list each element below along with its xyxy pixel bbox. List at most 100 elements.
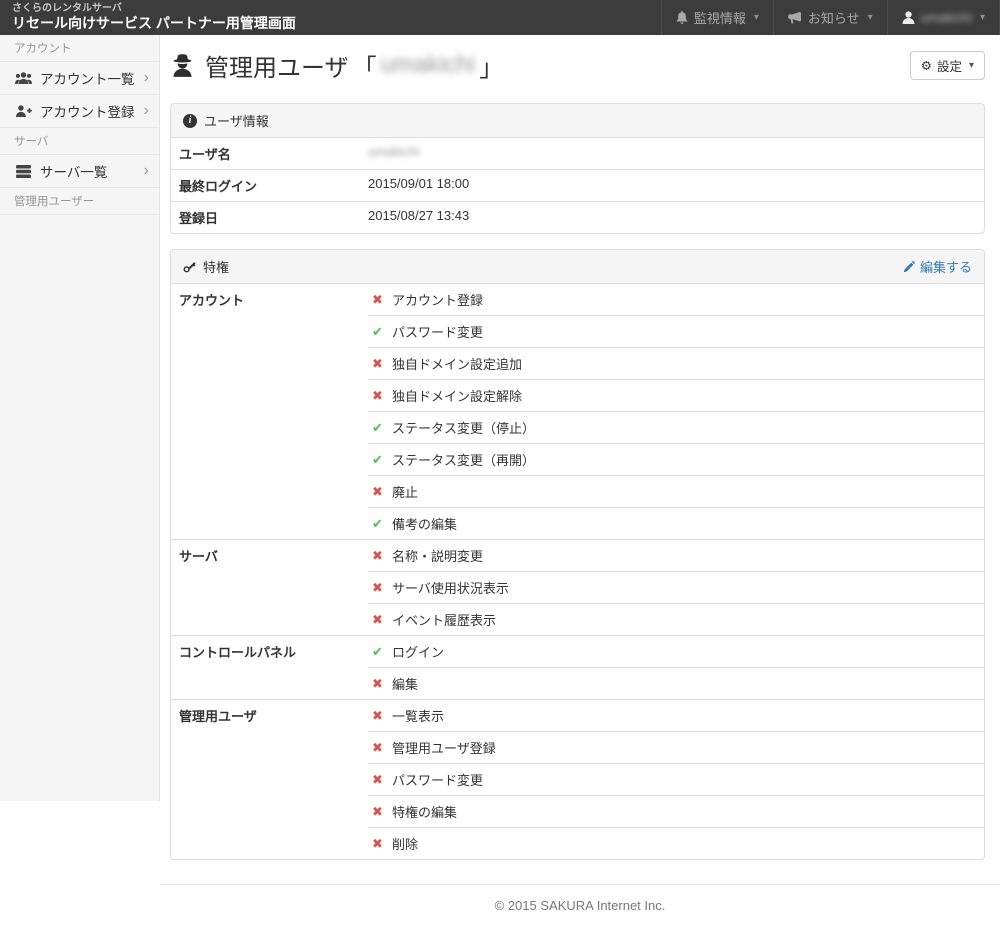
privilege-group: 管理用ユーザ✖一覧表示✖管理用ユーザ登録✖パスワード変更✖特権の編集✖削除 (171, 699, 984, 859)
page-title-bracket-open: 「 (353, 48, 377, 83)
navbar-menu-label: umakichi (921, 10, 972, 25)
privilege-list: ✖一覧表示✖管理用ユーザ登録✖パスワード変更✖特権の編集✖削除 (368, 700, 984, 859)
info-circle-icon: i (183, 114, 197, 128)
cross-icon: ✖ (370, 580, 385, 596)
check-icon: ✔ (370, 324, 385, 340)
navbar-menu-notices[interactable]: お知らせ ▾ (773, 0, 887, 35)
sidebar-item-label: サーバ一覧 (40, 161, 107, 181)
privilege-row: ✖ アカウント登録 (368, 284, 984, 315)
navbar-menu-monitoring[interactable]: 監視情報 ▾ (661, 0, 773, 35)
sidebar: アカウントアカウント一覧›アカウント登録›サーバサーバ一覧›管理用ユーザー (0, 35, 160, 801)
brand-service-name: さくらのレンタルサーバ (12, 3, 296, 15)
page-title-text: 管理用ユーザ (205, 48, 349, 83)
chevron-right-icon: › (144, 103, 149, 119)
privileges-panel: 特権 編集する アカウント✖アカウント登録✔パスワード変更✖独自ドメイン設定追加… (170, 249, 985, 860)
app-root: さくらのレンタルサーバ リセール向けサービス パートナー用管理画面 監視情報▾お… (0, 0, 1000, 933)
user-info-row-label: 登録日 (171, 202, 368, 233)
sidebar-item-account-register[interactable]: アカウント登録› (0, 95, 159, 128)
chevron-right-icon: › (144, 163, 149, 179)
sidebar-section-header: 管理用ユーザー (0, 188, 159, 215)
privilege-category: コントロールパネル (171, 636, 368, 699)
sidebar-item-label: アカウント一覧 (40, 68, 135, 88)
user-info-table: ユーザ名umakichi最終ログイン2015/09/01 18:00登録日201… (171, 138, 984, 233)
sidebar-section-header: サーバ (0, 128, 159, 155)
cross-icon: ✖ (370, 356, 385, 372)
privileges-table: アカウント✖アカウント登録✔パスワード変更✖独自ドメイン設定追加✖独自ドメイン設… (171, 284, 984, 859)
user-info-row-label: ユーザ名 (171, 138, 368, 169)
check-icon: ✔ (370, 452, 385, 468)
privilege-list: ✖アカウント登録✔パスワード変更✖独自ドメイン設定追加✖独自ドメイン設定解除✔ス… (368, 284, 984, 539)
privilege-label: 管理用ユーザ登録 (392, 738, 496, 757)
sidebar-item-account-list[interactable]: アカウント一覧 › (0, 62, 159, 95)
privilege-row: ✔ ステータス変更（再開） (368, 443, 984, 475)
cross-icon: ✖ (370, 836, 385, 852)
privilege-label: アカウント登録 (392, 290, 483, 309)
privilege-row: ✖独自ドメイン設定追加 (368, 347, 984, 379)
privilege-list: ✔ ログイン ✖ 編集 (368, 636, 984, 699)
privilege-label: 独自ドメイン設定解除 (392, 386, 522, 405)
privilege-label: 削除 (392, 834, 418, 853)
privilege-label: サーバ使用状況表示 (392, 578, 509, 597)
pencil-icon (903, 261, 915, 273)
privilege-label: 廃止 (392, 482, 418, 501)
cross-icon: ✖ (370, 484, 385, 500)
megaphone-icon (788, 12, 802, 24)
user-info-panel-header: i ユーザ情報 (171, 104, 984, 138)
privilege-label: ログイン (392, 642, 444, 661)
page-title-username: umakichi (381, 51, 476, 79)
caret-down-icon: ▾ (969, 60, 974, 71)
check-icon: ✔ (370, 644, 385, 660)
privilege-row: ✔ パスワード変更 (368, 315, 984, 347)
settings-button[interactable]: ⚙ 設定 ▾ (910, 51, 985, 80)
privilege-category: 管理用ユーザ (171, 700, 368, 859)
edit-privileges-label: 編集する (920, 257, 972, 276)
user-info-row: ユーザ名umakichi (171, 138, 984, 169)
cross-icon: ✖ (370, 740, 385, 756)
privilege-group: サーバ✖名称・説明変更✖サーバ使用状況表示✖イベント履歴表示 (171, 539, 984, 635)
privilege-row: ✔ ステータス変更（停止） (368, 411, 984, 443)
user-info-row-value: umakichi (368, 138, 419, 169)
privilege-label: パスワード変更 (392, 770, 483, 789)
privilege-row: ✖ 独自ドメイン設定解除 (368, 379, 984, 411)
user-info-panel-title: ユーザ情報 (204, 111, 269, 130)
privilege-group: アカウント✖アカウント登録✔パスワード変更✖独自ドメイン設定追加✖独自ドメイン設… (171, 284, 984, 539)
privilege-label: ステータス変更（再開） (392, 450, 535, 469)
gear-icon: ⚙ (921, 58, 932, 73)
navbar-menu-label: お知らせ (808, 8, 860, 27)
edit-privileges-link[interactable]: 編集する (903, 257, 972, 276)
server-icon (14, 165, 32, 178)
cross-icon: ✖ (370, 676, 385, 692)
privilege-row: ✖ サーバ使用状況表示 (368, 571, 984, 603)
page-title: 管理用ユーザ 「 umakichi 」 (170, 48, 497, 83)
brand[interactable]: さくらのレンタルサーバ リセール向けサービス パートナー用管理画面 (0, 0, 308, 35)
cross-icon: ✖ (370, 548, 385, 564)
privilege-label: 編集 (392, 674, 418, 693)
privilege-row: ✖ 編集 (368, 667, 984, 699)
cross-icon: ✖ (370, 292, 385, 308)
privilege-group: コントロールパネル✔ ログイン ✖ 編集 (171, 635, 984, 699)
navbar-menu-user[interactable]: umakichi▾ (887, 0, 1000, 35)
caret-down-icon: ▾ (754, 12, 759, 23)
copyright-text: © 2015 SAKURA Internet Inc. (495, 898, 666, 913)
main-content: 管理用ユーザ 「 umakichi 」 ⚙ 設定 ▾ i ユーザ情報 ユーザ名u… (160, 47, 1000, 933)
brand-title: リセール向けサービス パートナー用管理画面 (12, 15, 296, 32)
privilege-label: ステータス変更（停止） (392, 418, 535, 437)
privilege-row: ✖名称・説明変更 (368, 540, 984, 571)
user-info-row-value: 2015/08/27 13:43 (368, 202, 469, 233)
user-info-panel: i ユーザ情報 ユーザ名umakichi最終ログイン2015/09/01 18:… (170, 103, 985, 234)
sidebar-item-server-list[interactable]: サーバ一覧 › (0, 155, 159, 188)
privilege-row: ✖一覧表示 (368, 700, 984, 731)
user-secret-icon (170, 53, 195, 78)
chevron-right-icon: › (144, 70, 149, 86)
check-icon: ✔ (370, 516, 385, 532)
check-icon: ✔ (370, 420, 385, 436)
caret-down-icon: ▾ (868, 12, 873, 23)
privilege-row: ✖パスワード変更 (368, 763, 984, 795)
cross-icon: ✖ (370, 388, 385, 404)
sidebar-section-header: アカウント (0, 35, 159, 62)
navbar-menu-label: 監視情報 (694, 8, 746, 27)
privilege-label: パスワード変更 (392, 322, 483, 341)
privileges-panel-title: 特権 (203, 257, 229, 276)
cross-icon: ✖ (370, 612, 385, 628)
privilege-row: ✔備考の編集 (368, 507, 984, 539)
